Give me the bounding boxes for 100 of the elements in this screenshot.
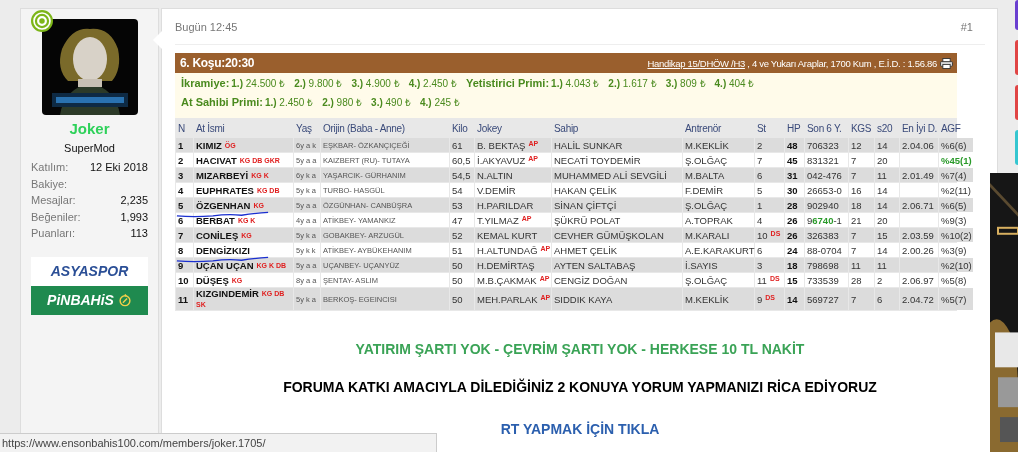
table-cell: 2.04.06 xyxy=(900,138,938,152)
horse-name[interactable]: EUPHRATES $^{KG DB}$ xyxy=(194,183,293,197)
column-header: En İyi D. xyxy=(901,121,938,136)
table-cell: 9 xyxy=(176,258,193,272)
table-cell: F.DEMİR xyxy=(683,183,754,197)
table-cell: 15 xyxy=(785,273,804,287)
table-cell: 14 xyxy=(875,183,899,197)
table-cell: 15 xyxy=(875,228,899,242)
table-cell: 60,5 xyxy=(450,153,474,167)
status-bar-url: https://www.ensonbahis100.com/members/joker.1705/ xyxy=(0,433,437,452)
table-cell: 9 $^{DS}$ xyxy=(755,288,784,310)
prize-amount: 2.) 1.617 ₺ xyxy=(608,77,657,90)
table-cell: 2.03.59 xyxy=(900,228,938,242)
table-cell: HALİL SUNKAR xyxy=(552,138,682,152)
prize-amount: 4.) 2.450 ₺ xyxy=(408,77,457,90)
retweet-link[interactable]: RT YAPMAK İÇİN TIKLA xyxy=(500,421,660,437)
table-cell: KEMAL KURT xyxy=(475,228,551,242)
table-cell: 50 xyxy=(450,288,474,310)
horse-name[interactable]: DENGİZKIZI xyxy=(194,243,293,257)
column-header: AGF xyxy=(940,121,962,136)
table-cell: 61 xyxy=(450,138,474,152)
table-cell: MUHAMMED ALİ SEVGİLİ xyxy=(552,168,682,182)
table-cell: 6 xyxy=(875,288,899,310)
table-cell: 706323 xyxy=(805,138,848,152)
table-cell: 18 xyxy=(849,198,874,212)
table-cell xyxy=(900,213,938,227)
table-cell: 11 xyxy=(176,288,193,310)
printer-icon[interactable] xyxy=(940,57,953,69)
ad-banner[interactable]: PiNBAHiS xyxy=(31,285,148,315)
column-header: s20 xyxy=(876,121,894,136)
column-header: Orijin (Baba - Anne) xyxy=(322,121,406,136)
column-header: Kilo xyxy=(451,121,469,136)
table-cell: 2.06.97 xyxy=(900,273,938,287)
prize-amount: 3.) 809 ₺ xyxy=(665,77,706,90)
column-header: Antrenör xyxy=(684,121,722,136)
horse-name[interactable]: ÖZGENHAN $^{KG}$ xyxy=(194,198,293,212)
table-cell: 20 xyxy=(875,153,899,167)
ad-banner[interactable]: ASYASPOR xyxy=(31,256,148,286)
table-cell: 48 xyxy=(785,138,804,152)
table-cell: %6(6) xyxy=(939,138,973,152)
stat-label: Bakiye: xyxy=(31,176,68,192)
table-cell: 2 xyxy=(176,153,193,167)
table-cell: 52 xyxy=(450,228,474,242)
stat-value: 113 xyxy=(130,226,148,241)
side-tab[interactable] xyxy=(1015,40,1018,75)
table-cell: 26653-0 xyxy=(805,183,848,197)
table-cell: 14 xyxy=(875,138,899,152)
table-cell: 5 xyxy=(755,183,784,197)
stat-label: Mesajlar: xyxy=(31,193,76,208)
horse-name[interactable]: BERBAT $^{KG K}$ xyxy=(194,213,293,227)
prize-amount: 1.) 24.500 ₺ xyxy=(231,77,286,90)
stat-value: 2,235 xyxy=(120,193,148,208)
table-cell: 8 xyxy=(176,243,193,257)
table-cell: 50 xyxy=(450,258,474,272)
table-cell: HAKAN ÇELİK xyxy=(552,183,682,197)
table-cell: 10 $^{DS}$ xyxy=(755,228,784,242)
table-cell: 7 xyxy=(176,228,193,242)
table-cell: H.PARILDAR xyxy=(475,198,551,212)
horse-name[interactable]: KIMIZ $^{ÖG}$ xyxy=(194,138,293,152)
prize-amount: 3.) 490 ₺ xyxy=(371,96,411,109)
table-cell: M.KARALI xyxy=(683,228,754,242)
post-number[interactable]: #1 xyxy=(960,21,973,33)
race-class-link[interactable]: Handikap 15/DHÖW /H3 xyxy=(647,57,745,69)
side-tab[interactable] xyxy=(1015,0,1018,30)
side-tab[interactable] xyxy=(1015,85,1018,120)
column-header: Son 6 Y. xyxy=(806,121,843,136)
table-cell: 902940 xyxy=(805,198,848,212)
table-cell: 88-0704 xyxy=(805,243,848,257)
horse-name[interactable]: UÇAN UÇAN KG K DB xyxy=(194,258,293,272)
table-cell: CENGİZ DOĞAN xyxy=(552,273,682,287)
table-cell: 26 xyxy=(785,228,804,242)
table-cell: İ.SAYIS xyxy=(683,258,754,272)
table-cell: 2.04.72 xyxy=(900,288,938,310)
table-cell: 5 xyxy=(176,198,193,212)
table-cell: 50 xyxy=(450,273,474,287)
table-cell: N.ALTIN xyxy=(475,168,551,182)
table-cell: M.KEKLİK xyxy=(683,288,754,310)
table-cell: SİNAN ÇİFTÇİ xyxy=(552,198,682,212)
table-cell: 6 xyxy=(755,243,784,257)
table-cell: 30 xyxy=(785,183,804,197)
table-cell: 7 xyxy=(849,243,874,257)
table-cell: 733539 xyxy=(805,273,848,287)
horse-name[interactable]: DÜŞEŞ $^{KG}$ xyxy=(194,273,293,287)
table-cell: 54,5 xyxy=(450,168,474,182)
table-cell: 7 xyxy=(849,153,874,167)
horse-name[interactable]: MIZARBEYİ $^{KG K}$ xyxy=(194,168,293,182)
table-cell: 3 xyxy=(176,168,193,182)
table-cell: 326383 xyxy=(805,228,848,242)
table-cell: İ.AKYAVUZ $^{AP}$ xyxy=(475,153,551,167)
table-cell: 3 xyxy=(755,258,784,272)
table-cell: AHMET ÇELİK xyxy=(552,243,682,257)
table-cell: 831321 xyxy=(805,153,848,167)
horse-name[interactable]: CONİLEŞ $^{KG}$ xyxy=(194,228,293,242)
side-tab[interactable] xyxy=(1015,130,1018,165)
horse-name[interactable]: HACIVAT KG DB GKR xyxy=(194,153,293,167)
table-cell xyxy=(900,183,938,197)
stat-label: Puanları: xyxy=(31,226,76,241)
prize-amount: 4.) 245 ₺ xyxy=(420,96,460,109)
table-cell: ŞÜKRÜ POLAT xyxy=(552,213,682,227)
column-header: HP xyxy=(786,121,802,136)
